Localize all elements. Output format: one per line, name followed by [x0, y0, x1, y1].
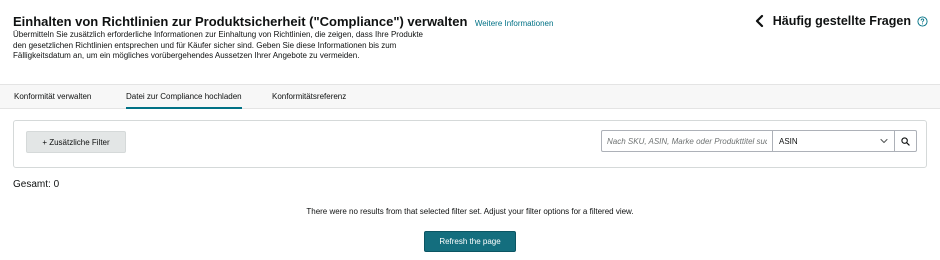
- tab-upload-compliance-file[interactable]: Datei zur Compliance hochladen: [126, 85, 242, 109]
- title-row: Einhalten von Richtlinien zur Produktsic…: [13, 13, 553, 31]
- page-title: Einhalten von Richtlinien zur Produktsic…: [13, 14, 468, 29]
- tab-compliance-reference[interactable]: Konformitätsreferenz: [272, 85, 346, 109]
- tab-manage-compliance[interactable]: Konformität verwalten: [14, 85, 91, 109]
- tab-bar: Konformität verwalten Datei zur Complian…: [0, 84, 940, 109]
- refresh-page-button[interactable]: Refresh the page: [424, 231, 516, 252]
- search-input[interactable]: [601, 130, 773, 152]
- search-type-value: ASIN: [779, 136, 798, 146]
- faq-link[interactable]: Häufig gestellte Fragen: [753, 14, 928, 28]
- learn-more-link[interactable]: Weitere Informationen: [475, 19, 554, 28]
- help-circle-icon[interactable]: [917, 15, 928, 27]
- faq-label: Häufig gestellte Fragen: [772, 14, 911, 28]
- results-total: Gesamt: 0: [13, 179, 60, 190]
- search-button[interactable]: [895, 130, 917, 152]
- filter-panel: + Zusätzliche Filter ASIN: [13, 120, 927, 168]
- empty-results-message: There were no results from that selected…: [306, 207, 634, 216]
- add-filter-button[interactable]: + Zusätzliche Filter: [26, 131, 126, 153]
- page-header: Einhalten von Richtlinien zur Produktsic…: [0, 0, 940, 84]
- chevron-left-icon: [755, 14, 763, 28]
- description-line: den gesetzlichen Richtlinien entsprechen…: [13, 40, 397, 50]
- description-line: Fälligkeitsdatum an, um ein mögliches vo…: [13, 51, 360, 60]
- chevron-down-icon: [880, 138, 888, 144]
- page-description: Übermitteln Sie zusätzlich erforderliche…: [13, 30, 483, 62]
- search-icon: [901, 136, 910, 146]
- description-line: Übermitteln Sie zusätzlich erforderliche…: [13, 30, 423, 39]
- search-type-select[interactable]: ASIN: [773, 130, 895, 152]
